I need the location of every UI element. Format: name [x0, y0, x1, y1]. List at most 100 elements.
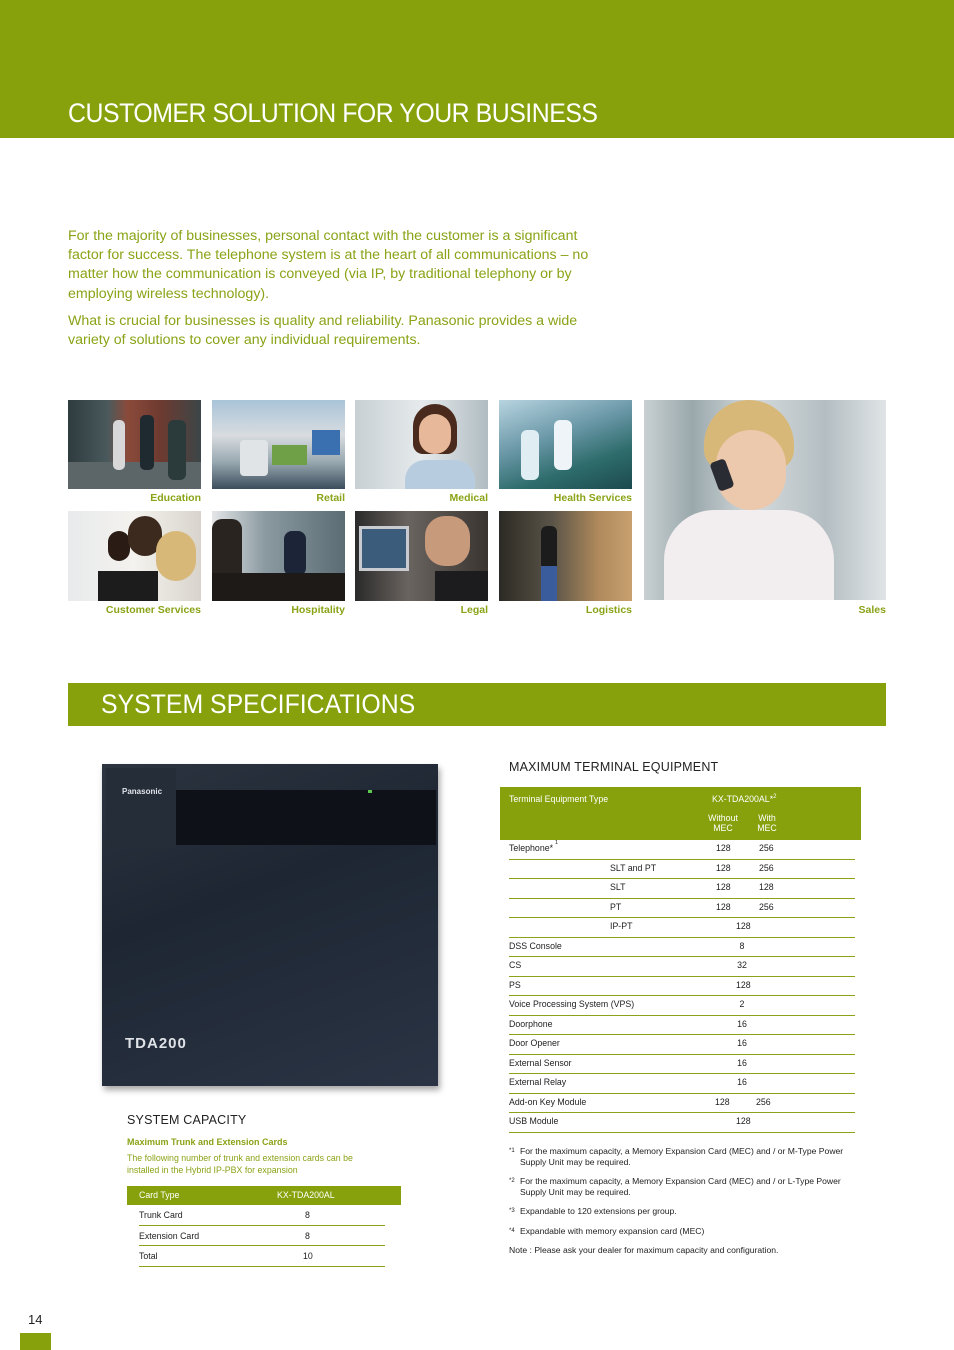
- table-row: SLT 128 128: [509, 879, 855, 899]
- table-row: SLT and PT 128 256: [509, 860, 855, 879]
- footnote-mark: *2: [509, 1178, 515, 1184]
- caption-customer-services: Customer Services: [105, 604, 201, 616]
- table-row: Door Opener 16: [509, 1035, 855, 1055]
- value-combined: 16: [737, 1018, 747, 1029]
- footnote: *2 For the maximum capacity, a Memory Exp…: [509, 1176, 859, 1197]
- row-sublabel: PT: [610, 901, 622, 912]
- page-marker: [20, 1333, 51, 1350]
- specs-banner: SYSTEM SPECIFICATIONS: [68, 683, 886, 726]
- value-combined: 2: [739, 999, 745, 1009]
- footnotes: *1 For the maximum capacity, a Memory Exp…: [509, 1146, 859, 1256]
- row-label: Extension Card: [139, 1230, 200, 1241]
- value-with-mec: 128: [759, 882, 774, 892]
- col-with-mec: With MEC: [757, 813, 777, 833]
- row-value: 10: [303, 1251, 313, 1261]
- caption-sales: Sales: [858, 604, 886, 616]
- photo-retail: [212, 400, 345, 489]
- footnote-mark: *4: [509, 1227, 515, 1234]
- caption-hospitality: Hospitality: [291, 604, 345, 616]
- model-label: KX-TDA200AL*: [712, 794, 774, 804]
- table-row: Trunk Card 8: [139, 1205, 385, 1226]
- footnote-ref: 2: [773, 794, 777, 801]
- value-combined: 128: [736, 1116, 751, 1126]
- footnote: *4 Expandable with memory expansion card …: [509, 1226, 859, 1237]
- footnote: *1 For the maximum capacity, a Memory Exp…: [509, 1146, 859, 1167]
- terminal-table-body: Telephone* 1 128 256 SLT and PT 128 256 SLT 128 1…: [500, 840, 861, 1133]
- value-combined: 128: [736, 979, 751, 990]
- table-row: PS 128: [509, 977, 855, 996]
- row-label: Total: [139, 1251, 158, 1261]
- capacity-table-header: Card Type KX-TDA200AL: [127, 1186, 401, 1205]
- row-sublabel: IP-PT: [610, 921, 633, 931]
- col-model: KX-TDA200AL*2: [712, 794, 776, 804]
- value-combined: 32: [737, 960, 747, 970]
- page-title: CUSTOMER SOLUTION FOR YOUR BUSINESS: [68, 98, 598, 128]
- row-value: 8: [305, 1230, 310, 1241]
- model-badge: TDA200: [125, 1035, 187, 1052]
- footnote-text: Expandable with memory expansion card (M…: [520, 1225, 705, 1236]
- footnote-text: For the maximum capacity, a Memory Expan…: [520, 1146, 844, 1167]
- product-image: Panasonic TDA200: [100, 762, 440, 1090]
- table-row: Add-on Key Module 128 256: [509, 1094, 855, 1113]
- photo-medical: [355, 400, 488, 489]
- header-banner: CUSTOMER SOLUTION FOR YOUR BUSINESS: [0, 0, 954, 138]
- row-sublabel: SLT and PT: [610, 862, 657, 873]
- value-combined: 8: [739, 940, 745, 951]
- table-row: Voice Processing System (VPS) 2: [509, 996, 855, 1016]
- value-without-mec: 128: [716, 901, 731, 912]
- capacity-description: The following number of trunk and extens…: [127, 1153, 353, 1175]
- capacity-subheading: Maximum Trunk and Extension Cards: [127, 1137, 288, 1147]
- table-row: External Relay 16: [509, 1074, 855, 1094]
- photo-education: [68, 400, 201, 489]
- caption-education: Education: [150, 492, 201, 504]
- table-row: IP-PT 128: [509, 918, 855, 938]
- photo-logistics: [499, 511, 632, 601]
- caption-retail: Retail: [316, 492, 345, 504]
- specs-title: SYSTEM SPECIFICATIONS: [101, 689, 416, 719]
- row-label: USB Module: [509, 1116, 559, 1126]
- footnote-text: Expandable to 120 extensions per group.: [520, 1206, 677, 1216]
- row-label: Door Opener: [509, 1038, 560, 1048]
- photo-hospitality: [212, 511, 345, 601]
- value-combined: 128: [736, 921, 751, 931]
- value-without-mec: 128: [716, 882, 731, 892]
- table-row: CS 32: [509, 957, 855, 977]
- row-label: External Sensor: [509, 1057, 572, 1068]
- value-with-mec: 256: [759, 843, 774, 853]
- brand-logo: Panasonic: [122, 787, 163, 796]
- footnote-ref: 1: [555, 840, 559, 846]
- table-row: Doorphone 16: [509, 1016, 855, 1035]
- row-label: Add-on Key Module: [509, 1096, 587, 1107]
- footnote-note: Note : Please ask your dealer for maximu…: [509, 1245, 779, 1255]
- row-label: DSS Console: [509, 940, 562, 951]
- value-combined: 16: [737, 1077, 747, 1087]
- footnote: *3 Expandable to 120 extensions per group…: [509, 1206, 859, 1217]
- capacity-table: Card Type KX-TDA200AL Trunk Card 8 Exten…: [127, 1186, 401, 1267]
- photo-health-services: [499, 400, 632, 489]
- value-with-mec: 256: [759, 901, 774, 912]
- table-row: PT 128 256: [509, 899, 855, 918]
- table-row: External Sensor 16: [509, 1055, 855, 1074]
- table-row: Total 10: [139, 1246, 385, 1267]
- table-row: DSS Console 8: [509, 938, 855, 957]
- row-value: 8: [305, 1210, 310, 1220]
- row-label: PS: [509, 979, 521, 990]
- row-label: Telephone*: [509, 843, 554, 853]
- table-row: Extension Card 8: [139, 1226, 385, 1246]
- caption-logistics: Logistics: [585, 604, 632, 616]
- intro-paragraph: What is crucial for businesses is qualit…: [68, 312, 578, 349]
- value-without-mec: 128: [716, 862, 731, 873]
- value-combined: 16: [737, 1057, 747, 1068]
- photo-customer-services: [68, 511, 201, 601]
- value-combined: 16: [737, 1038, 747, 1048]
- row-label: Voice Processing System (VPS): [509, 999, 635, 1009]
- value-with-mec: 256: [756, 1096, 771, 1107]
- footnote-mark: *3: [509, 1208, 515, 1214]
- col-equipment-type: Terminal Equipment Type: [509, 794, 609, 804]
- terminal-table-header: Terminal Equipment Type KX-TDA200AL*2 Wi…: [500, 787, 861, 840]
- caption-medical: Medical: [449, 492, 488, 504]
- photo-sales: [644, 400, 886, 600]
- terminal-table: Terminal Equipment Type KX-TDA200AL*2 Wi…: [500, 787, 861, 1133]
- row-sublabel: SLT: [610, 882, 626, 892]
- table-row: USB Module 128: [509, 1113, 855, 1133]
